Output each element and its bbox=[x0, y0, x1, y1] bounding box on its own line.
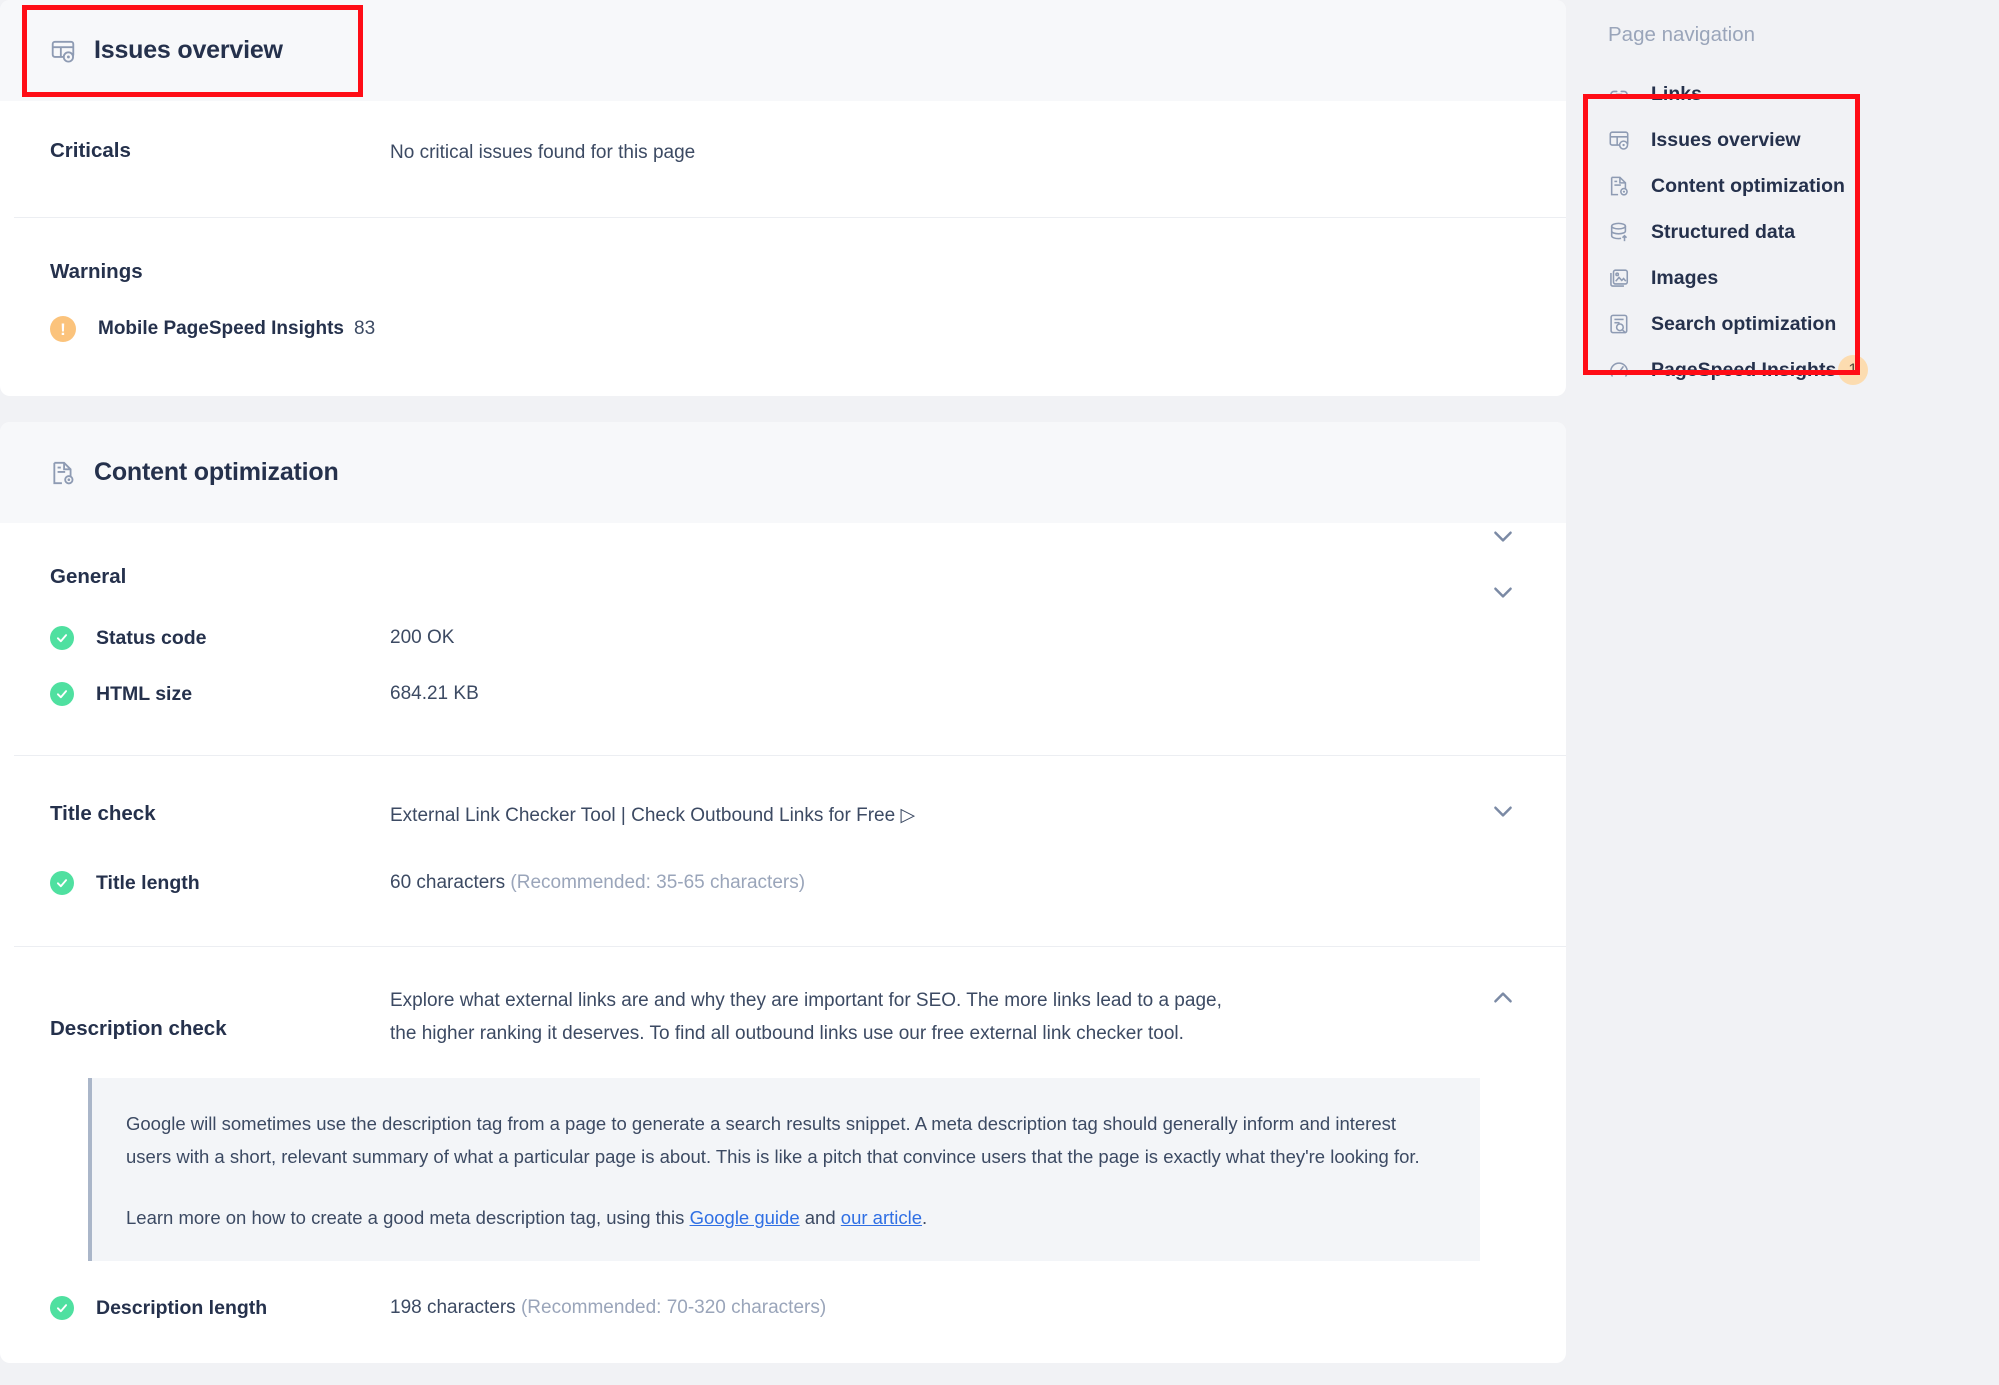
html-size-row[interactable]: HTML size 684.21 KB bbox=[50, 587, 1516, 709]
description-check-label: Description check bbox=[50, 1017, 227, 1040]
content-optimization-icon bbox=[50, 460, 76, 486]
chevron-down-icon[interactable] bbox=[1490, 523, 1516, 549]
check-circle-icon bbox=[50, 626, 74, 650]
title-check-value: External Link Checker Tool | Check Outbo… bbox=[390, 805, 916, 826]
title-check-section: Title check External Link Checker Tool |… bbox=[0, 756, 1566, 946]
page-navigation-list: Links Issues overview Content optimizati… bbox=[1590, 71, 1999, 393]
status-badge: 1 bbox=[1838, 355, 1868, 385]
title-length-label: Title length bbox=[96, 871, 200, 894]
link-chain-icon bbox=[1608, 83, 1630, 105]
description-length-row: Description length 198 characters (Recom… bbox=[50, 1293, 1516, 1323]
description-guidance-note: Google will sometimes use the descriptio… bbox=[88, 1078, 1480, 1262]
title-length-row: Title length 60 characters (Recommended:… bbox=[50, 868, 1516, 898]
general-heading: General bbox=[50, 565, 127, 588]
warnings-section: Warnings ! Mobile PageSpeed Insights 83 bbox=[0, 218, 1566, 396]
issues-overview-header: Issues overview bbox=[0, 0, 1566, 101]
nav-item-search-optimization[interactable]: Search optimization bbox=[1590, 301, 1999, 347]
note-mid-text: and bbox=[799, 1207, 841, 1229]
note-learn-prefix: Learn more on how to create a good meta … bbox=[126, 1207, 690, 1229]
warnings-heading: Warnings bbox=[50, 260, 143, 283]
description-length-label: Description length bbox=[96, 1296, 268, 1319]
html-size-value: 684.21 KB bbox=[390, 683, 479, 704]
page-title: Issues overview bbox=[94, 36, 283, 64]
nav-item-issues-overview[interactable]: Issues overview bbox=[1590, 117, 1999, 163]
title-check-label: Title check bbox=[50, 802, 156, 825]
main-content-column: Issues overview Criticals No critical is… bbox=[0, 0, 1566, 1385]
warning-item-value: 83 bbox=[354, 318, 376, 339]
nav-item-label: Images bbox=[1651, 266, 1719, 289]
google-guide-link[interactable]: Google guide bbox=[690, 1207, 800, 1228]
criticals-section: Criticals No critical issues found for t… bbox=[0, 101, 1566, 217]
warning-item-label: Mobile PageSpeed Insights bbox=[98, 318, 344, 339]
nav-item-label: PageSpeed Insights bbox=[1651, 358, 1837, 381]
nav-item-label: Issues overview bbox=[1651, 128, 1801, 151]
issues-overview-icon bbox=[50, 38, 76, 64]
chevron-down-icon[interactable] bbox=[1490, 798, 1516, 824]
status-code-label: Status code bbox=[96, 626, 207, 649]
nav-item-label: Search optimization bbox=[1651, 312, 1837, 335]
nav-item-label: Content optimization bbox=[1651, 174, 1845, 197]
page-navigation-title: Page navigation bbox=[1608, 23, 1756, 46]
note-suffix: . bbox=[922, 1207, 928, 1229]
nav-item-label: Links bbox=[1651, 82, 1702, 105]
check-circle-icon bbox=[50, 871, 74, 895]
nav-item-links[interactable]: Links bbox=[1590, 71, 1999, 117]
title-check-row[interactable]: Title check External Link Checker Tool |… bbox=[50, 802, 1516, 840]
description-check-section: Description check Explore what external … bbox=[0, 947, 1566, 1363]
note-learn-more-paragraph: Learn more on how to create a good meta … bbox=[126, 1202, 1446, 1235]
app-page: Issues overview Criticals No critical is… bbox=[0, 0, 1999, 1385]
chevron-up-icon[interactable] bbox=[1490, 985, 1516, 1011]
content-optimization-icon bbox=[1608, 175, 1630, 197]
nav-item-label: Structured data bbox=[1651, 220, 1796, 243]
description-length-hint: (Recommended: 70-320 characters) bbox=[520, 1297, 827, 1319]
nav-item-pagespeed-insights[interactable]: PageSpeed Insights 1 bbox=[1590, 347, 1999, 393]
issues-overview-card: Issues overview Criticals No critical is… bbox=[0, 0, 1566, 396]
content-optimization-header: Content optimization bbox=[0, 422, 1566, 523]
chevron-down-icon[interactable] bbox=[1490, 579, 1516, 605]
status-code-row[interactable]: Status code 200 OK bbox=[50, 531, 1516, 653]
our-article-link[interactable]: our article bbox=[841, 1207, 922, 1228]
pagespeed-gauge-icon bbox=[1608, 359, 1630, 381]
title-length-hint: (Recommended: 35-65 characters) bbox=[510, 872, 806, 893]
nav-item-images[interactable]: Images bbox=[1590, 255, 1999, 301]
images-icon bbox=[1608, 267, 1630, 289]
general-section: General Status code 200 OK HTML size 684… bbox=[0, 523, 1566, 755]
status-code-value: 200 OK bbox=[390, 627, 455, 648]
note-paragraph: Google will sometimes use the descriptio… bbox=[126, 1113, 1420, 1168]
check-circle-icon bbox=[50, 1296, 74, 1321]
structured-data-icon bbox=[1608, 221, 1630, 243]
criticals-value: No critical issues found for this page bbox=[390, 142, 696, 163]
title-length-value: 60 characters bbox=[390, 872, 506, 893]
criticals-row: Criticals No critical issues found for t… bbox=[50, 139, 1516, 177]
description-check-row[interactable]: Description check Explore what external … bbox=[50, 985, 1516, 1050]
page-navigation-panel: Page navigation Links Issues overview Co… bbox=[1566, 0, 1999, 1385]
warning-exclamation-icon: ! bbox=[50, 316, 76, 342]
description-check-value: Explore what external links are and why … bbox=[390, 990, 1222, 1044]
warning-item-row[interactable]: ! Mobile PageSpeed Insights 83 bbox=[50, 316, 1516, 342]
description-length-value: 198 characters bbox=[390, 1297, 516, 1319]
issues-overview-icon bbox=[1608, 129, 1630, 151]
criticals-label: Criticals bbox=[50, 139, 131, 162]
html-size-label: HTML size bbox=[96, 682, 193, 705]
content-optimization-title: Content optimization bbox=[94, 458, 339, 486]
content-optimization-card: Content optimization General Status code… bbox=[0, 422, 1566, 1364]
search-optimization-icon bbox=[1608, 313, 1630, 335]
check-circle-icon bbox=[50, 682, 74, 706]
nav-item-structured-data[interactable]: Structured data bbox=[1590, 209, 1999, 255]
nav-item-content-optimization[interactable]: Content optimization bbox=[1590, 163, 1999, 209]
